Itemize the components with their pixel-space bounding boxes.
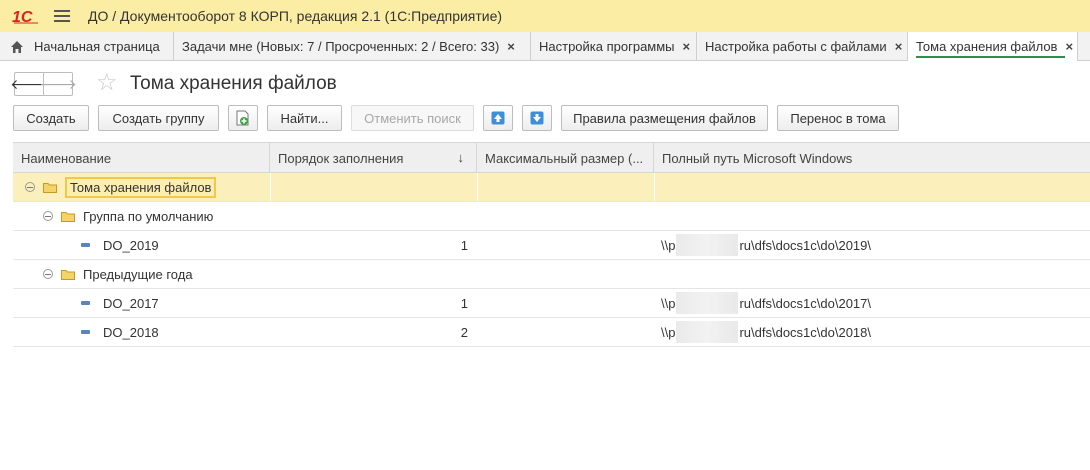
volumes-table: Наименование Порядок заполнения ↓ Максим… [13, 142, 1090, 347]
svg-text:1С: 1С [12, 9, 33, 24]
transfer-to-volumes-button[interactable]: Перенос в тома [777, 105, 899, 131]
tab-label: Начальная страница [34, 39, 160, 54]
column-header-label: Порядок заполнения [278, 150, 404, 166]
table-row[interactable]: DO_2017 1 \\p ru\dfs\docs1c\do\2017\ [13, 289, 1090, 318]
table-row[interactable]: Предыдущие года [13, 260, 1090, 289]
redacted-host [676, 292, 739, 314]
tab-storage-volumes[interactable]: Тома хранения файлов × [908, 32, 1078, 61]
tab-home[interactable]: Начальная страница [0, 32, 174, 61]
table-row[interactable]: Тома хранения файлов [13, 173, 1090, 202]
favorite-star-icon[interactable]: ☆ [96, 70, 118, 96]
fill-order-cell: 2 [460, 324, 468, 340]
folder-icon [61, 269, 75, 280]
arrow-down-icon [530, 111, 544, 125]
row-name: DO_2019 [103, 237, 159, 253]
cancel-search-button[interactable]: Отменить поиск [351, 105, 474, 131]
forward-button[interactable]: 🡒 [39, 72, 77, 96]
folder-icon [43, 182, 57, 193]
table-row[interactable]: DO_2018 2 \\p ru\dfs\docs1c\do\2018\ [13, 318, 1090, 347]
close-icon[interactable]: × [895, 39, 903, 54]
placement-rules-button[interactable]: Правила размещения файлов [561, 105, 768, 131]
create-button[interactable]: Создать [13, 105, 89, 131]
row-name: DO_2018 [103, 324, 159, 340]
tab-file-settings[interactable]: Настройка работы с файлами × [697, 32, 908, 61]
create-group-button[interactable]: Создать группу [98, 105, 219, 131]
name-cell: DO_2017 [81, 289, 159, 317]
tab-label: Настройка программы [539, 39, 675, 54]
column-header-name[interactable]: Наименование [13, 143, 270, 173]
path-prefix: \\p [661, 324, 676, 340]
close-icon[interactable]: × [1065, 39, 1073, 54]
row-name: DO_2017 [103, 295, 159, 311]
volume-icon [81, 243, 90, 247]
find-button[interactable]: Найти... [267, 105, 342, 131]
tab-label: Настройка работы с файлами [705, 39, 887, 54]
column-header-windows-path[interactable]: Полный путь Microsoft Windows [654, 143, 1090, 173]
path-suffix: ru\dfs\docs1c\do\2019\ [739, 237, 871, 253]
main-menu-icon[interactable] [54, 10, 70, 22]
move-down-button[interactable] [522, 105, 552, 131]
fill-order-cell: 1 [460, 237, 468, 253]
path-prefix: \\p [661, 237, 676, 253]
arrow-right-icon: 🡒 [39, 75, 77, 92]
collapse-icon[interactable] [25, 182, 35, 192]
page-title: Тома хранения файлов [130, 73, 337, 94]
windows-path-cell: \\p ru\dfs\docs1c\do\2019\ [661, 231, 871, 259]
path-prefix: \\p [661, 295, 676, 311]
arrow-up-icon [491, 111, 505, 125]
row-name: Тома хранения файлов [65, 176, 217, 198]
folder-icon [61, 211, 75, 222]
table-row[interactable]: DO_2019 1 \\p ru\dfs\docs1c\do\2019\ [13, 231, 1090, 260]
volume-icon [81, 330, 90, 334]
collapse-icon[interactable] [43, 211, 53, 221]
app-title: ДО / Документооборот 8 КОРП, редакция 2.… [88, 8, 503, 24]
path-suffix: ru\dfs\docs1c\do\2018\ [739, 324, 871, 340]
row-name: Предыдущие года [83, 266, 193, 282]
sort-down-icon: ↓ [457, 150, 465, 165]
path-suffix: ru\dfs\docs1c\do\2017\ [739, 295, 871, 311]
row-name: Группа по умолчанию [83, 208, 214, 224]
app-logo[interactable]: 1С [12, 8, 42, 24]
home-icon [10, 40, 24, 54]
collapse-icon[interactable] [43, 269, 53, 279]
redacted-host [676, 234, 739, 256]
name-cell: DO_2019 [81, 231, 159, 259]
windows-path-cell: \\p ru\dfs\docs1c\do\2017\ [661, 289, 871, 317]
redacted-host [676, 321, 739, 343]
name-cell: Предыдущие года [43, 260, 193, 288]
toolbar: Создать Создать группу Найти... Отменить… [0, 105, 1090, 131]
title-bar: 1С ДО / Документооборот 8 КОРП, редакция… [0, 0, 1090, 32]
copy-button[interactable] [228, 105, 258, 131]
name-cell: DO_2018 [81, 318, 159, 346]
tab-program-settings[interactable]: Настройка программы × [531, 32, 697, 61]
name-cell: Тома хранения файлов [25, 173, 217, 201]
close-icon[interactable]: × [507, 39, 515, 54]
copy-add-icon [236, 110, 249, 126]
tab-label: Тома хранения файлов [916, 39, 1058, 54]
windows-path-cell: \\p ru\dfs\docs1c\do\2018\ [661, 318, 871, 346]
tab-label: Задачи мне (Новых: 7 / Просроченных: 2 /… [182, 39, 500, 54]
table-row[interactable]: Группа по умолчанию [13, 202, 1090, 231]
name-cell: Группа по умолчанию [43, 202, 213, 230]
table-header: Наименование Порядок заполнения ↓ Максим… [13, 142, 1090, 173]
fill-order-cell: 1 [460, 295, 468, 311]
tab-my-tasks[interactable]: Задачи мне (Новых: 7 / Просроченных: 2 /… [174, 32, 531, 61]
column-header-fill-order[interactable]: Порядок заполнения ↓ [270, 143, 477, 173]
column-header-max-size[interactable]: Максимальный размер (... [477, 143, 654, 173]
volume-icon [81, 301, 90, 305]
open-windows-tabs: Начальная страница Задачи мне (Новых: 7 … [0, 32, 1090, 61]
close-icon[interactable]: × [683, 39, 691, 54]
move-up-button[interactable] [483, 105, 513, 131]
